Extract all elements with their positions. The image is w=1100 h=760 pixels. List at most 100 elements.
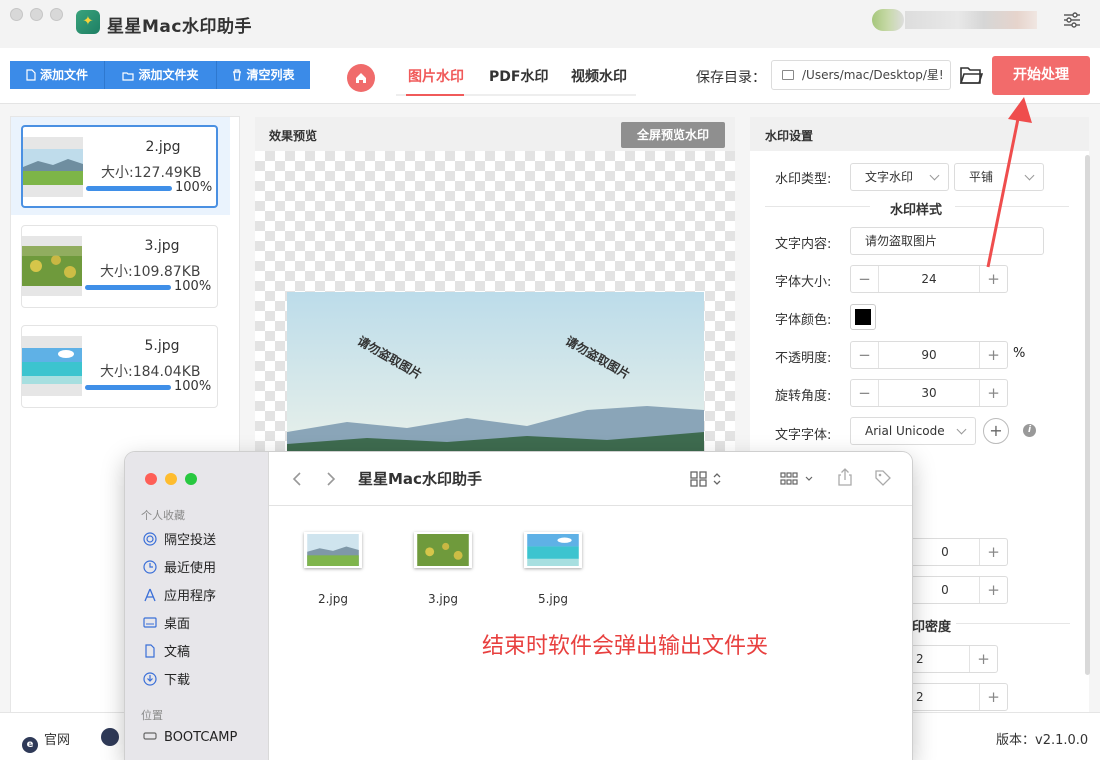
text-content-input[interactable]: 请勿盗取图片 [850,227,1044,255]
decrement-button[interactable]: − [851,342,879,368]
opacity-value[interactable]: 90 [879,342,979,368]
sidebar-item-desktop[interactable]: 桌面 [143,613,190,632]
file-size: 大小:127.49KB [101,165,202,181]
watermark-type-select[interactable]: 文字水印 [850,163,949,191]
increment-button[interactable]: + [979,577,1007,603]
applications-icon [144,588,156,602]
sidebar-item-downloads[interactable]: 下载 [143,669,190,688]
view-grid-icon[interactable] [690,470,726,488]
increment-button[interactable]: + [979,342,1007,368]
rotation-stepper[interactable]: − 30 + [850,379,1008,407]
divider-right [955,206,1069,207]
tab-image-watermark[interactable]: 图片水印 [408,66,464,86]
font-size-stepper[interactable]: − 24 + [850,265,1008,293]
sidebar-item-label: BOOTCAMP [164,730,238,745]
sidebar-item-recents[interactable]: 最近使用 [143,557,216,576]
home-button[interactable] [347,64,375,92]
sidebar-item-bootcamp[interactable]: BOOTCAMP [143,729,237,745]
file-card-2[interactable]: 2.jpg 大小:127.49KB 100% [21,125,218,208]
finder-file-5[interactable]: 5.jpg [513,532,593,606]
user-avatar[interactable] [872,9,904,31]
progress-percent: 100% [175,180,213,195]
website-link[interactable]: e 官网 [22,729,70,753]
sidebar-item-label: 最近使用 [164,561,217,576]
share-icon[interactable] [836,468,854,486]
progress-bar [85,285,171,290]
increment-button[interactable]: + [979,380,1007,406]
finder-close-button[interactable] [145,473,157,485]
back-chevron-icon[interactable] [289,470,307,488]
font-color-picker[interactable] [850,304,876,330]
fullscreen-preview-button[interactable]: 全屏预览水印 [621,122,725,148]
increment-button[interactable]: + [979,266,1007,292]
layout-select[interactable]: 平铺 [954,163,1044,191]
sidebar-item-airdrop[interactable]: 隔空投送 [143,529,216,548]
add-folder-button[interactable]: 添加文件夹 [105,61,217,89]
main-toolbar: 添加文件 添加文件夹 清空列表 图片水印 PDF水印 视频水印 保存目录： /U… [0,48,1100,104]
density-stepper-2[interactable]: 2 + [910,683,1008,711]
thumbnail-5 [22,336,82,396]
user-name-blurred [905,11,1037,29]
thumbnail-3 [22,236,82,296]
density-stepper-1[interactable]: 2 + [910,645,998,673]
tab-video-watermark[interactable]: 视频水印 [571,66,627,86]
start-processing-button[interactable]: 开始处理 [992,56,1090,95]
close-window-button[interactable] [10,8,23,21]
hidden-stepper-1[interactable]: 0 + [910,538,1008,566]
chevron-down-icon [956,424,967,435]
finder-minimize-button[interactable] [165,473,177,485]
settings-header: 水印设置 [750,117,1089,151]
hidden-stepper-2[interactable]: 0 + [910,576,1008,604]
save-dir-input[interactable]: /Users/mac/Desktop/星! [771,60,951,90]
favorites-heading: 个人收藏 [141,509,185,522]
add-font-button[interactable]: + [983,418,1009,444]
font-family-select[interactable]: Arial Unicode [850,417,976,445]
preview-header: 效果预览 全屏预览水印 [255,117,735,151]
add-file-button[interactable]: 添加文件 [10,61,105,89]
clear-list-button[interactable]: 清空列表 [217,61,310,89]
opacity-stepper[interactable]: − 90 + [850,341,1008,369]
trash-icon [233,69,242,81]
settings-scrollbar[interactable] [1085,155,1090,675]
increment-button[interactable]: + [969,646,997,672]
group-by-icon[interactable] [780,470,816,488]
tag-icon[interactable] [874,469,892,487]
decrement-button[interactable]: − [851,380,879,406]
divider-left [765,206,870,207]
browse-folder-icon[interactable] [959,64,983,86]
tab-pdf-watermark[interactable]: PDF水印 [489,66,548,86]
density-value-2[interactable]: 2 [911,684,979,710]
home-icon [356,73,366,83]
layout-value: 平铺 [969,170,994,184]
finder-toolbar: 星星Mac水印助手 [269,452,912,506]
finder-file-3[interactable]: 3.jpg [403,532,483,606]
increment-button[interactable]: + [979,539,1007,565]
file-card-5[interactable]: 5.jpg 大小:184.04KB 100% [21,325,218,408]
finder-zoom-button[interactable] [185,473,197,485]
finder-sidebar: 个人收藏 隔空投送 最近使用 应用程序 桌面 文稿 下载 位置 BOOTCAMP [125,452,269,760]
rotation-value[interactable]: 30 [879,380,979,406]
minimize-window-button[interactable] [30,8,43,21]
zoom-window-button[interactable] [50,8,63,21]
hidden-value-1[interactable]: 0 [911,539,979,565]
file-card-3[interactable]: 3.jpg 大小:109.87KB 100% [21,225,218,308]
file-name: 2.jpg [145,139,181,155]
chat-icon[interactable] [101,728,119,746]
opacity-unit: % [1013,346,1026,361]
decrement-button[interactable]: − [851,266,879,292]
settings-sliders-icon[interactable] [1062,10,1082,30]
increment-button[interactable]: + [979,684,1007,710]
sidebar-item-documents[interactable]: 文稿 [143,641,190,660]
progress-fill [85,385,171,390]
file-name: 5.jpg [144,338,180,354]
drive-icon [143,732,157,740]
density-value-1[interactable]: 2 [911,646,969,672]
hidden-value-2[interactable]: 0 [911,577,979,603]
forward-chevron-icon[interactable] [321,470,339,488]
finder-thumbnail-5 [524,532,582,568]
finder-file-2[interactable]: 2.jpg [293,532,373,606]
sidebar-item-applications[interactable]: 应用程序 [143,585,216,604]
info-icon[interactable]: i [1023,424,1036,437]
font-size-value[interactable]: 24 [879,266,979,292]
save-dir-value: /Users/mac/Desktop/星! [802,68,944,82]
